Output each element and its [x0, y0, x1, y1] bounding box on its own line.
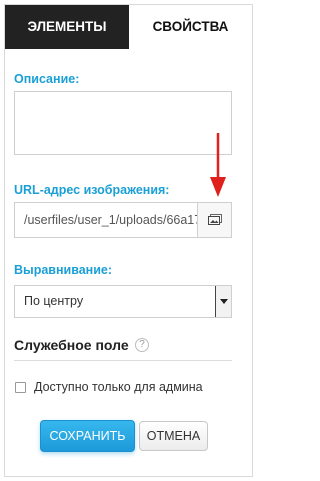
save-button[interactable]: Сохранить [40, 420, 135, 452]
align-label: Выравнивание: [14, 263, 113, 277]
annotation-arrow-icon [210, 133, 226, 197]
select-arrow[interactable] [215, 286, 231, 317]
help-icon[interactable]: ? [135, 338, 149, 352]
image-browse-icon [207, 214, 222, 225]
tab-elements[interactable]: Элементы [5, 5, 129, 49]
url-input[interactable]: /userfiles/user_1/uploads/66a17 [24, 203, 197, 237]
admin-only-label[interactable]: Доступно только для админа [34, 380, 203, 394]
align-select[interactable]: По центру [14, 285, 232, 318]
tab-bar: Элементы Свойства [5, 5, 252, 49]
tab-properties[interactable]: Свойства [129, 5, 252, 49]
url-label: URL-адрес изображения: [14, 183, 170, 197]
chevron-down-icon [219, 299, 228, 304]
align-select-value: По центру [24, 294, 84, 308]
description-textarea[interactable] [14, 91, 232, 155]
service-field-title: Служебное поле [14, 337, 129, 353]
cancel-button[interactable]: Отмена [139, 421, 208, 451]
url-field[interactable]: /userfiles/user_1/uploads/66a17 [14, 202, 232, 238]
admin-only-checkbox[interactable] [15, 382, 26, 393]
browse-image-button[interactable] [197, 203, 231, 237]
divider [14, 360, 232, 361]
description-label: Описание: [14, 72, 80, 86]
